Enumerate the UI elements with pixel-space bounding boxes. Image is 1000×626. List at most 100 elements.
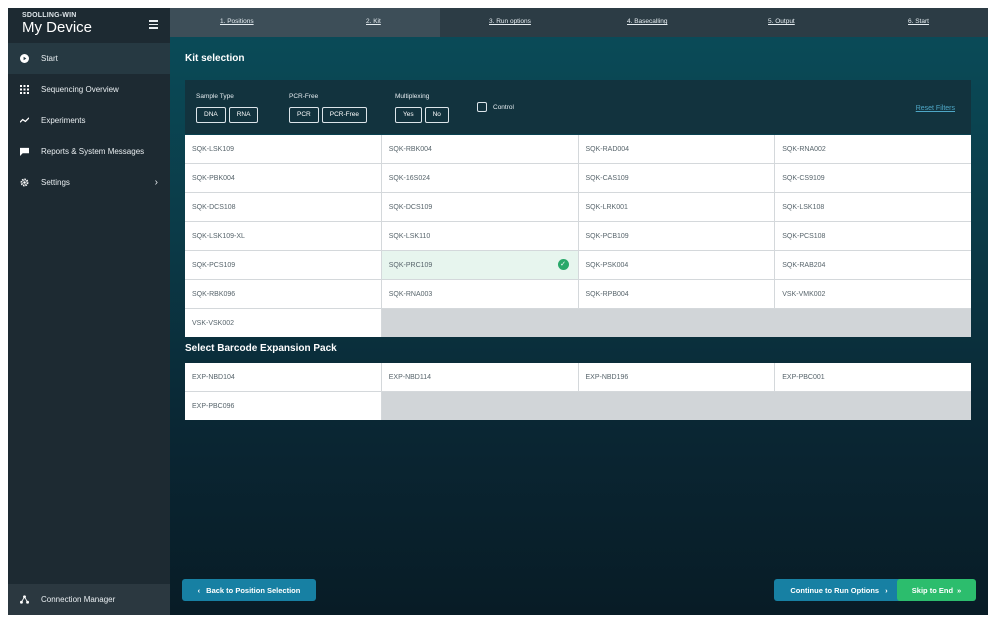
barcode-pack-option[interactable]: EXP-NBD114 [381, 363, 578, 391]
kit-label: SQK-RNA003 [388, 290, 433, 298]
connection-manager-label: Connection Manager [41, 595, 116, 604]
checkbox-icon [477, 102, 487, 112]
kit-label: SQK-PCB109 [585, 232, 629, 240]
kit-option[interactable]: SQK-LSK109-XL [185, 222, 381, 250]
kit-grid: SQK-LSK109 SQK-RBK004 SQK-RAD004 SQK-RNA002… [185, 135, 971, 337]
org-name: SDOLLING-WIN [22, 12, 77, 19]
kit-label: SQK-LSK109-XL [192, 232, 245, 240]
sidebar-item-label: Sequencing Overview [41, 85, 119, 94]
filter-pcr-free-button[interactable]: PCR-Free [321, 107, 367, 123]
gear-icon [20, 178, 29, 187]
step-positions[interactable]: 1. Positions [220, 18, 254, 25]
barcode-grid: EXP-NBD104 EXP-NBD114 EXP-NBD196 EXP-PBC001… [185, 363, 971, 420]
kit-label: VSK-VMK002 [782, 290, 826, 298]
main-panel: 1. Positions 2. Kit 3. Run options 4. Ba… [170, 8, 988, 615]
continue-button[interactable]: Continue to Run Options › [774, 579, 904, 601]
kit-option[interactable]: VSK-VMK002 [775, 280, 971, 308]
filter-no-button[interactable]: No [424, 107, 449, 123]
kit-option[interactable]: SQK-16S024 [381, 164, 578, 192]
step-navigation: 1. Positions 2. Kit 3. Run options 4. Ba… [170, 8, 988, 37]
reset-filters-link[interactable]: Reset Filters [916, 105, 955, 112]
double-chevron-right-icon: » [957, 585, 962, 595]
network-icon [20, 595, 29, 604]
kit-label: SQK-CAS109 [585, 174, 629, 182]
step-basecalling[interactable]: 4. Basecalling [627, 18, 667, 25]
back-button[interactable]: ‹ Back to Position Selection [182, 579, 316, 601]
sidebar-item-experiments[interactable]: Experiments [8, 105, 170, 136]
kit-label: SQK-RAD004 [585, 145, 630, 153]
barcode-pack-label: EXP-NBD104 [192, 373, 235, 381]
barcode-pack-option[interactable]: EXP-NBD104 [185, 363, 381, 391]
kit-option[interactable]: SQK-LSK109 [185, 135, 381, 163]
step-start[interactable]: 6. Start [908, 18, 929, 25]
grid-filler [381, 309, 971, 337]
chevron-right-icon: › [154, 177, 158, 188]
kit-option[interactable]: SQK-PBK004 [185, 164, 381, 192]
sidebar: SDOLLING-WIN My Device Start Sequencing … [8, 8, 170, 615]
filter-pcr-button[interactable]: PCR [289, 107, 319, 123]
step-output[interactable]: 5. Output [768, 18, 795, 25]
play-icon [20, 54, 29, 63]
kit-option[interactable]: SQK-LSK110 [381, 222, 578, 250]
barcode-pack-label: EXP-PBC001 [782, 373, 825, 381]
kit-label: SQK-RNA002 [782, 145, 826, 153]
filter-sample-type: Sample Type DNA RNA [196, 93, 261, 123]
kit-option[interactable]: SQK-CAS109 [578, 164, 775, 192]
kit-option[interactable]: SQK-CS9109 [775, 164, 971, 192]
filter-dna-button[interactable]: DNA [196, 107, 226, 123]
chevron-right-icon: › [885, 585, 888, 595]
brand-header: SDOLLING-WIN My Device [8, 8, 170, 43]
kit-label: SQK-RBK004 [388, 145, 432, 153]
sidebar-item-label: Experiments [41, 116, 86, 125]
kit-option[interactable]: SQK-RBK004 [381, 135, 578, 163]
barcode-pack-label: EXP-PBC096 [192, 402, 235, 410]
kit-option[interactable]: VSK-VSK002 [185, 309, 381, 337]
kit-option[interactable]: SQK-PCS109 [185, 251, 381, 279]
barcode-pack-option[interactable]: EXP-PBC096 [185, 392, 381, 420]
sidebar-item-label: Reports & System Messages [41, 147, 145, 156]
kit-option[interactable]: SQK-LRK001 [578, 193, 775, 221]
kit-option[interactable]: SQK-RNA003 [381, 280, 578, 308]
kit-option[interactable]: SQK-RNA002 [775, 135, 971, 163]
kit-option[interactable]: SQK-RBK096 [185, 280, 381, 308]
kit-label: SQK-LSK108 [782, 203, 825, 211]
filter-rna-button[interactable]: RNA [228, 107, 259, 123]
kit-label: SQK-RPB004 [585, 290, 629, 298]
step-kit[interactable]: 2. Kit [366, 18, 381, 25]
kit-option[interactable]: SQK-RAD004 [578, 135, 775, 163]
barcode-pack-option[interactable]: EXP-NBD196 [578, 363, 775, 391]
connection-manager-button[interactable]: Connection Manager [8, 584, 170, 615]
kit-option[interactable]: SQK-RAB204 [775, 251, 971, 279]
kit-label: SQK-RBK096 [192, 290, 236, 298]
control-checkbox[interactable]: Control [477, 102, 514, 112]
kit-option[interactable]: SQK-PSK004 [578, 251, 775, 279]
barcode-pack-label: EXP-NBD196 [585, 373, 629, 381]
kit-option[interactable]: SQK-PRC109 ✓ [381, 251, 578, 279]
kit-option[interactable]: SQK-PCB109 [578, 222, 775, 250]
kit-option[interactable]: SQK-LSK108 [775, 193, 971, 221]
chevron-left-icon: ‹ [197, 585, 201, 595]
check-circle-icon: ✓ [557, 259, 569, 270]
sidebar-item-sequencing-overview[interactable]: Sequencing Overview [8, 74, 170, 105]
kit-label: SQK-16S024 [388, 174, 430, 182]
kit-option[interactable]: SQK-RPB004 [578, 280, 775, 308]
skip-to-end-button[interactable]: Skip to End » [897, 579, 976, 601]
sidebar-item-settings[interactable]: Settings › [8, 167, 170, 198]
sidebar-item-reports[interactable]: Reports & System Messages [8, 136, 170, 167]
kit-label: SQK-PCS108 [782, 232, 826, 240]
kit-label: SQK-PBK004 [192, 174, 235, 182]
sidebar-item-start[interactable]: Start [8, 43, 170, 74]
kit-label: SQK-DCS108 [192, 203, 236, 211]
barcode-pack-label: EXP-NBD114 [388, 373, 432, 381]
kit-option[interactable]: SQK-DCS109 [381, 193, 578, 221]
kit-label: SQK-PCS109 [192, 261, 236, 269]
kit-option[interactable]: SQK-DCS108 [185, 193, 381, 221]
kit-label: SQK-PSK004 [585, 261, 629, 269]
filter-multiplexing: Multiplexing Yes No [395, 93, 452, 123]
barcode-pack-option[interactable]: EXP-PBC001 [775, 363, 971, 391]
hamburger-menu-icon[interactable] [149, 20, 158, 29]
filter-yes-button[interactable]: Yes [395, 107, 422, 123]
step-run-options[interactable]: 3. Run options [489, 18, 531, 25]
sidebar-item-label: Start [41, 54, 58, 63]
kit-option[interactable]: SQK-PCS108 [775, 222, 971, 250]
